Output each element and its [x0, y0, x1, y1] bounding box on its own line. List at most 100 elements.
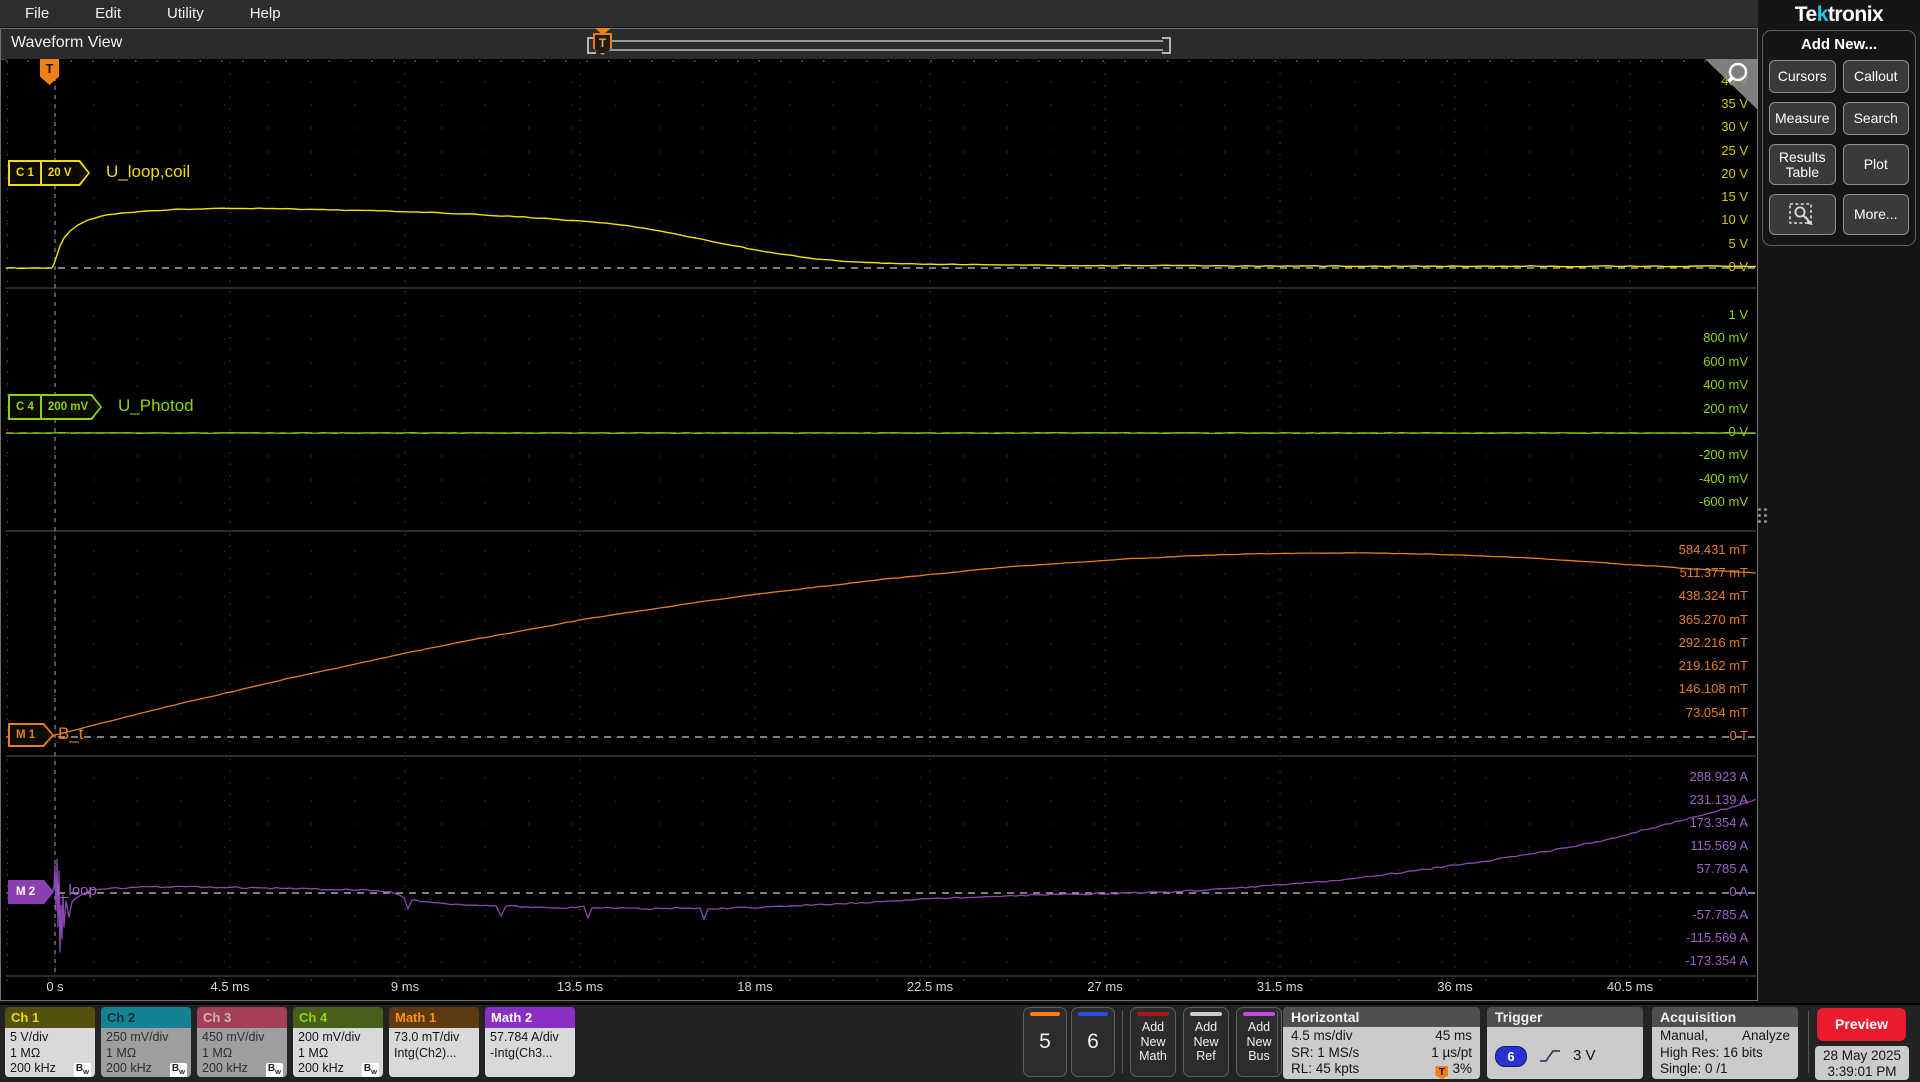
channel-settings-badge-math1[interactable]: Math 1 73.0 mT/div Intg(Ch2)... — [389, 1007, 479, 1077]
math-label-m2[interactable]: I_loop — [56, 882, 97, 899]
scale-label: 5 V — [1728, 236, 1748, 251]
button-label: Add New Ref — [1193, 1020, 1219, 1063]
channel-5-label: 5 — [1039, 1030, 1051, 1053]
cursors-button[interactable]: Cursors — [1769, 60, 1836, 93]
scale-label: 20 V — [1721, 166, 1748, 181]
scale-label: 0 T — [1729, 728, 1748, 743]
bandwidth-limit-badge: Bw — [73, 1063, 91, 1077]
divider — [1122, 1011, 1123, 1073]
horizontal-value-right: 1 µs/pt — [1431, 1044, 1472, 1060]
add-new-math-button[interactable]: Add New Math — [1130, 1007, 1176, 1077]
channel-badge-row: Bw 200 kHz — [10, 1061, 91, 1077]
channel-settings-badge-math2[interactable]: Math 2 57.784 A/div -Intg(Ch3... — [485, 1007, 575, 1077]
waveform-canvas[interactable] — [6, 59, 1756, 997]
zoom-bar-right-bracket[interactable] — [1162, 37, 1171, 54]
plot-button[interactable]: Plot — [1842, 144, 1909, 185]
digital-channel-6-button[interactable]: 6 — [1071, 1007, 1115, 1077]
channel-settings-badge-ch3[interactable]: Ch 3 450 mV/div 1 MΩ Bw 200 kHz — [197, 1007, 287, 1077]
channel-badge-header: Ch 3 — [197, 1007, 287, 1028]
waveform-trace-math1-b-t — [6, 552, 1756, 738]
callout-button[interactable]: Callout — [1842, 60, 1909, 93]
waveform-view-header: Waveform View T — [1, 28, 1757, 60]
bandwidth-limit-badge: Bw — [169, 1063, 187, 1077]
panel-resize-handle[interactable] — [1758, 500, 1767, 530]
channel-badge-row: 5 V/div — [10, 1030, 49, 1044]
menu-item-edit[interactable]: Edit — [80, 5, 136, 22]
math-badge-m1[interactable]: M 1 — [8, 723, 54, 747]
channel-settings-badge-ch2[interactable]: Ch 2 250 mV/div 1 MΩ Bw 200 kHz — [101, 1007, 191, 1077]
scale-label: -200 mV — [1698, 447, 1748, 462]
zoom-select-button[interactable] — [1769, 194, 1836, 235]
acquisition-highres: High Res: 16 bits — [1660, 1044, 1763, 1060]
preview-button[interactable]: Preview — [1817, 1008, 1906, 1041]
math-label-m1[interactable]: B_t — [58, 724, 84, 744]
date-time-display[interactable]: 28 May 2025 3:39:01 PM — [1815, 1046, 1909, 1080]
button-color-stripe — [1137, 1012, 1169, 1016]
scale-label: 0 V — [1728, 424, 1748, 439]
badge-divider — [40, 162, 42, 184]
channel-badge-row: Bw 200 kHz — [202, 1061, 283, 1077]
math-badge-m2[interactable]: M 2 — [8, 880, 54, 904]
button-color-stripe — [1243, 1012, 1275, 1016]
scale-label: -115.569 A — [1686, 930, 1748, 945]
time-label: 18 ms — [737, 979, 773, 994]
badge-divider — [40, 396, 42, 418]
waveform-plot-area[interactable]: 40 V35 V30 V25 V20 V15 V10 V5 V0 V1 V800… — [6, 59, 1756, 997]
horizontal-value-right: T 3% — [1435, 1061, 1472, 1079]
horizontal-row: SR: 1 MS/s 1 µs/pt — [1291, 1045, 1472, 1062]
channel-badge-row: 73.0 mT/div — [394, 1030, 460, 1044]
menu-item-utility[interactable]: Utility — [152, 5, 219, 22]
button-label: Add New Math — [1139, 1020, 1167, 1063]
trigger-level-value: 3 V — [1573, 1046, 1596, 1064]
scale-label: -600 mV — [1698, 494, 1748, 509]
channel-badge-ch4-scale: 200 mV — [47, 401, 89, 413]
trigger-source-badge: 6 — [1495, 1045, 1527, 1067]
horizontal-row: 4.5 ms/div 45 ms — [1291, 1028, 1472, 1045]
scale-label: 600 mV — [1703, 354, 1748, 369]
time-value: 3:39:01 PM — [1827, 1064, 1897, 1079]
channel-6-label: 6 — [1087, 1030, 1099, 1053]
menu-item-help[interactable]: Help — [235, 5, 296, 22]
date-value: 28 May 2025 — [1822, 1048, 1902, 1063]
add-new-button-group: Add New Math Add New Ref Add New Bus — [1130, 1007, 1282, 1077]
add-new-title: Add New... — [1800, 36, 1878, 53]
channel-settings-badge-ch4[interactable]: Ch 4 200 mV/div 1 MΩ Bw 200 kHz — [293, 1007, 383, 1077]
scale-label: 173.354 A — [1689, 815, 1748, 830]
scale-label: 1 V — [1728, 307, 1748, 322]
channel-badge-row: -Intg(Ch3... — [490, 1045, 553, 1060]
horizontal-value-left: RL: 45 kpts — [1291, 1061, 1360, 1076]
divider — [1808, 1011, 1809, 1073]
acquisition-settings-panel[interactable]: Acquisition Manual, Analyze High Res: 16 … — [1652, 1007, 1798, 1079]
measure-button[interactable]: Measure — [1769, 102, 1836, 135]
channel-badge-row: 250 mV/div — [106, 1030, 169, 1044]
divider — [1277, 1011, 1278, 1073]
scale-label: 30 V — [1721, 119, 1748, 134]
horizontal-zoom-pan-bar[interactable]: T — [587, 28, 1171, 58]
add-new-bus-button[interactable]: Add New Bus — [1236, 1007, 1282, 1077]
scale-label: 438.324 mT — [1678, 588, 1748, 603]
scale-label: 292.216 mT — [1678, 635, 1748, 650]
channel-label-ch1[interactable]: U_loop,coil — [106, 162, 190, 182]
more-button[interactable]: More... — [1842, 194, 1909, 235]
trigger-settings-panel[interactable]: Trigger 6 3 V — [1487, 1007, 1643, 1079]
horizontal-settings-panel[interactable]: Horizontal 4.5 ms/div 45 ms SR: 1 MS/s 1 µs… — [1283, 1007, 1480, 1079]
digital-channel-5-button[interactable]: 5 — [1023, 1007, 1067, 1077]
add-new-ref-button[interactable]: Add New Ref — [1183, 1007, 1229, 1077]
rising-edge-icon — [1540, 1050, 1560, 1062]
scale-label: 0 A — [1729, 884, 1748, 899]
channel-badge-row: Intg(Ch2)... — [394, 1045, 457, 1060]
channel-badge-row: 1 MΩ — [298, 1045, 329, 1060]
channel-badge-body: 57.784 A/div -Intg(Ch3... — [485, 1028, 575, 1077]
scale-label: 288.923 A — [1689, 769, 1748, 784]
channel-label-ch4[interactable]: U_Photod — [118, 396, 194, 416]
channel-badge-ch4[interactable]: C 4 200 mV — [8, 394, 102, 420]
menu-item-file[interactable]: File — [10, 5, 64, 22]
acquisition-panel-title: Acquisition — [1652, 1007, 1798, 1027]
channel-badge-ch1[interactable]: C 1 20 V — [8, 160, 90, 186]
search-button[interactable]: Search — [1842, 102, 1909, 135]
channel-badge-row: Bw 200 kHz — [298, 1061, 379, 1077]
channel-settings-badge-ch1[interactable]: Ch 15 V/div 1 MΩ Bw 200 kHz — [5, 1007, 95, 1077]
zoom-bar-track[interactable] — [595, 40, 1163, 51]
horizontal-value-left: SR: 1 MS/s — [1291, 1044, 1360, 1060]
results-table-button[interactable]: Results Table — [1769, 144, 1836, 185]
